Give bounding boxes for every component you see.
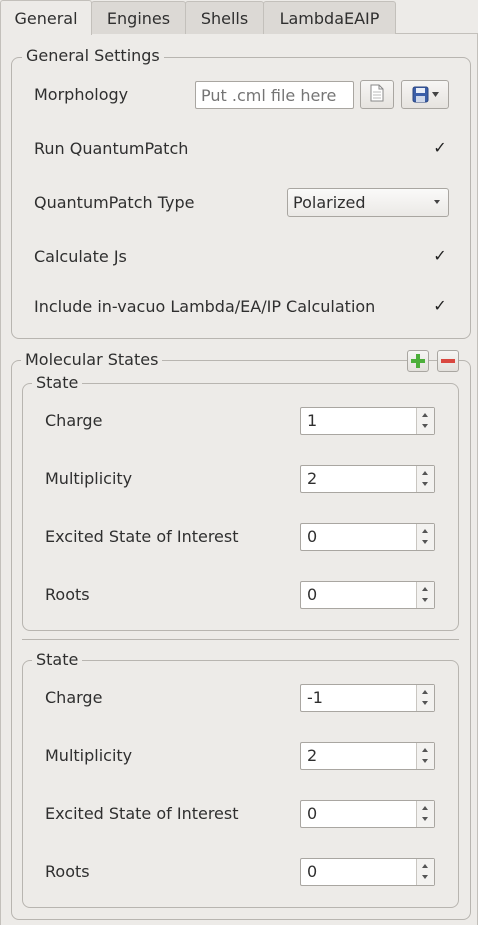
- tab-lambdaeaip[interactable]: LambdaEAIP: [263, 1, 396, 34]
- quantumpatch-type-value: Polarized: [293, 193, 366, 212]
- morphology-input[interactable]: [195, 81, 354, 109]
- arrow-up-icon: [422, 690, 428, 694]
- arrow-down-icon: [422, 875, 428, 879]
- quantumpatch-type-select[interactable]: Polarized: [287, 188, 449, 217]
- document-icon: [369, 84, 385, 106]
- arrow-down-icon: [422, 817, 428, 821]
- add-state-button[interactable]: [407, 350, 429, 372]
- run-quantumpatch-label: Run QuantumPatch: [34, 139, 189, 158]
- charge-spinbox[interactable]: -1: [300, 684, 435, 712]
- spin-buttons[interactable]: [416, 685, 434, 711]
- open-file-button[interactable]: [360, 80, 394, 109]
- calculate-js-checkbox[interactable]: ✓: [432, 248, 448, 264]
- arrow-up-icon: [422, 413, 428, 417]
- excited-state-value: 0: [307, 804, 318, 823]
- roots-spinbox[interactable]: 0: [300, 581, 435, 609]
- multiplicity-label: Multiplicity: [45, 746, 133, 765]
- charge-value: -1: [307, 688, 323, 707]
- arrow-down-icon: [422, 701, 428, 705]
- remove-state-button[interactable]: [437, 350, 459, 372]
- arrow-up-icon: [422, 587, 428, 591]
- excited-state-label: Excited State of Interest: [45, 527, 239, 546]
- arrow-up-icon: [422, 748, 428, 752]
- arrow-up-icon: [422, 471, 428, 475]
- tab-engines[interactable]: Engines: [91, 1, 186, 34]
- tab-general[interactable]: General: [0, 0, 92, 35]
- minus-icon: [441, 359, 455, 363]
- tab-bar: General Engines Shells LambdaEAIP: [0, 0, 478, 35]
- charge-label: Charge: [45, 411, 103, 430]
- excited-state-label: Excited State of Interest: [45, 804, 239, 823]
- arrow-up-icon: [422, 529, 428, 533]
- in-vacuo-label: Include in-vacuo Lambda/EA/IP Calculatio…: [34, 297, 376, 316]
- arrow-down-icon: [422, 759, 428, 763]
- multiplicity-spinbox[interactable]: 2: [300, 465, 435, 493]
- spin-buttons[interactable]: [416, 801, 434, 827]
- plus-icon: [411, 354, 425, 368]
- excited-state-spinbox[interactable]: 0: [300, 523, 435, 551]
- arrow-up-icon: [422, 806, 428, 810]
- multiplicity-value: 2: [307, 746, 318, 765]
- arrow-down-icon: [422, 482, 428, 486]
- charge-spinbox[interactable]: 1: [300, 407, 435, 435]
- quantumpatch-type-label: QuantumPatch Type: [34, 193, 195, 212]
- tab-shells[interactable]: Shells: [185, 1, 264, 34]
- spin-buttons[interactable]: [416, 582, 434, 608]
- multiplicity-spinbox[interactable]: 2: [300, 742, 435, 770]
- roots-label: Roots: [45, 585, 90, 604]
- state-title-1: State: [32, 374, 83, 392]
- spin-buttons[interactable]: [416, 743, 434, 769]
- calculate-js-label: Calculate Js: [34, 247, 127, 266]
- roots-spinbox[interactable]: 0: [300, 858, 435, 886]
- spin-buttons[interactable]: [416, 859, 434, 885]
- excited-state-spinbox[interactable]: 0: [300, 800, 435, 828]
- spin-buttons[interactable]: [416, 408, 434, 434]
- arrow-down-icon: [422, 424, 428, 428]
- excited-state-value: 0: [307, 527, 318, 546]
- in-vacuo-checkbox[interactable]: ✓: [432, 298, 448, 314]
- morphology-label: Morphology: [34, 85, 129, 104]
- spin-buttons[interactable]: [416, 466, 434, 492]
- run-quantumpatch-checkbox[interactable]: ✓: [432, 140, 448, 156]
- save-menu-button[interactable]: [401, 80, 449, 109]
- state-divider: [22, 639, 459, 640]
- chevron-down-icon: [434, 200, 440, 204]
- arrow-down-icon: [422, 540, 428, 544]
- spin-buttons[interactable]: [416, 524, 434, 550]
- state-title-2: State: [32, 651, 83, 669]
- save-dropdown-icon: [412, 86, 439, 103]
- molecular-states-title: Molecular States: [21, 351, 163, 369]
- roots-label: Roots: [45, 862, 90, 881]
- charge-value: 1: [307, 411, 318, 430]
- arrow-down-icon: [422, 598, 428, 602]
- roots-value: 0: [307, 862, 318, 881]
- arrow-up-icon: [422, 864, 428, 868]
- roots-value: 0: [307, 585, 318, 604]
- multiplicity-value: 2: [307, 469, 318, 488]
- multiplicity-label: Multiplicity: [45, 469, 133, 488]
- charge-label: Charge: [45, 688, 103, 707]
- general-settings-title: General Settings: [22, 47, 164, 65]
